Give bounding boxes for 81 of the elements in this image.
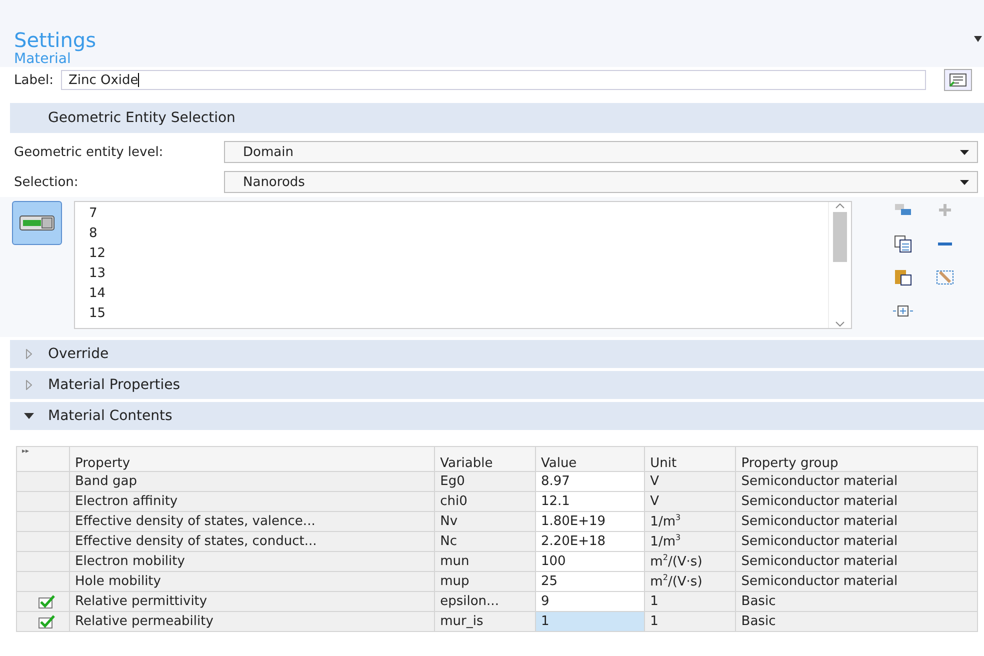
collapse-arrow-icon: [24, 413, 34, 419]
table-cell[interactable]: 8.97: [535, 472, 645, 492]
scrollbar-thumb[interactable]: [833, 212, 847, 262]
table-cell: mur_is: [434, 612, 536, 632]
section-header: Geometric Entity Selection: [10, 103, 984, 133]
list-item[interactable]: 13: [89, 264, 828, 284]
table-cell[interactable]: 9: [535, 592, 645, 612]
table-cell: 1: [644, 612, 736, 632]
caret-icon[interactable]: [974, 36, 982, 42]
table-cell: mun: [434, 552, 536, 572]
table-cell: Electron affinity: [70, 492, 435, 512]
selection-list[interactable]: 7 8 12 13 14 15: [74, 201, 852, 329]
table-cell[interactable]: 100: [535, 552, 645, 572]
switch-icon: [19, 215, 55, 231]
field-label: Label:: [14, 72, 54, 88]
dropdown[interactable]: Domain: [224, 141, 978, 163]
clear-selection-icon[interactable]: [934, 268, 956, 286]
table-cell: chi0: [434, 492, 536, 512]
selection-toggle[interactable]: [12, 201, 62, 245]
table-cell: Nv: [434, 512, 536, 532]
column-header[interactable]: Value: [535, 446, 645, 472]
table-cell: Nc: [434, 532, 536, 552]
column-header[interactable]: Unit: [644, 446, 736, 472]
dropdown[interactable]: Nanorods: [224, 171, 978, 193]
list-item[interactable]: 14: [89, 284, 828, 304]
table-cell: m$^{2}$/(V·s): [644, 572, 736, 592]
copy-icon[interactable]: [892, 234, 914, 252]
table-cell: Semiconductor material: [736, 512, 978, 532]
table-cell: Effective density of states, valence...: [70, 512, 435, 532]
checkbox-icon[interactable]: [38, 614, 56, 628]
label-field[interactable]: Zinc Oxide: [61, 70, 926, 90]
table-cell[interactable]: 1: [535, 612, 645, 632]
table-cell: Eg0: [434, 472, 536, 492]
comment-icon[interactable]: [944, 69, 972, 91]
dropdown-arrow-icon: [960, 180, 969, 184]
table-cell: Semiconductor material: [736, 472, 978, 492]
column-header[interactable]: Property group: [736, 446, 978, 472]
table-cell: 1/m$^{3}$: [644, 532, 736, 552]
paste-icon[interactable]: [892, 268, 914, 286]
scroll-up-icon[interactable]: [835, 202, 845, 210]
table-cell: Relative permeability: [70, 612, 435, 632]
table-cell: Basic: [736, 612, 978, 632]
section-header[interactable]: Material Properties: [10, 371, 984, 399]
table-cell: Semiconductor material: [736, 532, 978, 552]
table-cell: Electron mobility: [70, 552, 435, 572]
table-cell: mup: [434, 572, 536, 592]
table-cell: Semiconductor material: [736, 572, 978, 592]
column-header[interactable]: Variable: [434, 446, 536, 472]
table-cell[interactable]: 25: [535, 572, 645, 592]
panel-title: Settings: [14, 28, 96, 52]
table-cell: Basic: [736, 592, 978, 612]
list-item[interactable]: 8: [89, 224, 828, 244]
table-cell[interactable]: 12.1: [535, 492, 645, 512]
table-cell: 1: [644, 592, 736, 612]
section-header[interactable]: Override: [10, 340, 984, 368]
table-cell[interactable]: 1.80E+19: [535, 512, 645, 532]
table-cell: V: [644, 492, 736, 512]
table-cell: Semiconductor material: [736, 492, 978, 512]
table-cell: Band gap: [70, 472, 435, 492]
table-cell: 1/m$^{3}$: [644, 512, 736, 532]
list-item[interactable]: 15: [89, 304, 828, 324]
field-label: Selection:: [14, 174, 80, 190]
table-cell[interactable]: 2.20E+18: [535, 532, 645, 552]
checkbox-icon[interactable]: [38, 594, 56, 608]
table-cell: Effective density of states, conduct...: [70, 532, 435, 552]
column-header[interactable]: Property: [70, 446, 435, 472]
list-item[interactable]: 7: [89, 204, 828, 224]
field-label: Geometric entity level:: [14, 144, 164, 160]
section-header[interactable]: Material Contents: [10, 402, 984, 430]
table-cell: Semiconductor material: [736, 552, 978, 572]
table-cell: V: [644, 472, 736, 492]
table-cell: epsilon...: [434, 592, 536, 612]
table-cell: Hole mobility: [70, 572, 435, 592]
table-cell: Relative permittivity: [70, 592, 435, 612]
expand-arrow-icon: [26, 380, 32, 390]
expand-arrow-icon: [26, 349, 32, 359]
dropdown-arrow-icon: [960, 150, 969, 154]
list-item[interactable]: 12: [89, 244, 828, 264]
scroll-down-icon[interactable]: [835, 320, 845, 328]
table-cell: m$^{2}$/(V·s): [644, 552, 736, 572]
panel-subtitle: Material: [14, 52, 71, 67]
